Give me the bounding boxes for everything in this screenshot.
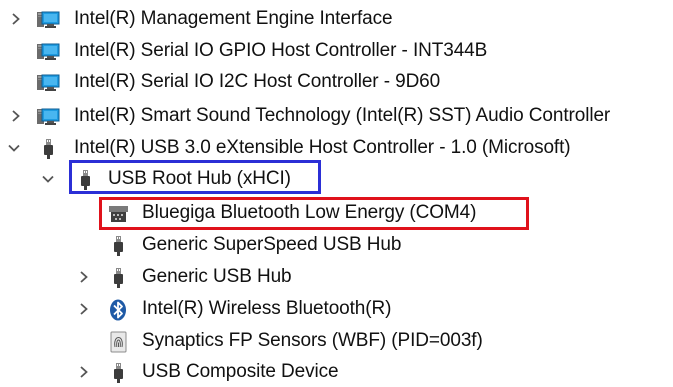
- device-tree-item-label: Intel(R) Management Engine Interface: [74, 8, 393, 29]
- usb-plug-icon: [106, 235, 130, 257]
- device-tree-item[interactable]: Intel(R) Serial IO I2C Host Controller -…: [0, 67, 673, 97]
- device-tree-item[interactable]: USB Composite Device: [0, 357, 673, 387]
- system-device-icon: [36, 9, 60, 31]
- highlight-box-blue: [69, 160, 321, 194]
- chevron-right-icon[interactable]: [76, 301, 92, 317]
- device-tree-item-label: Intel(R) Smart Sound Technology (Intel(R…: [74, 105, 611, 126]
- chevron-right-icon[interactable]: [8, 11, 24, 27]
- device-tree-item[interactable]: Generic USB Hub: [0, 262, 673, 292]
- device-tree-item[interactable]: Synaptics FP Sensors (WBF) (PID=003f): [0, 326, 673, 356]
- device-tree-item-label: Intel(R) Serial IO GPIO Host Controller …: [74, 40, 488, 61]
- system-device-icon: [36, 41, 60, 63]
- chevron-right-icon[interactable]: [76, 269, 92, 285]
- device-tree-item[interactable]: Intel(R) USB 3.0 eXtensible Host Control…: [0, 133, 673, 163]
- bluetooth-icon: [106, 299, 130, 321]
- usb-plug-icon: [106, 267, 130, 289]
- device-tree-item-label: USB Composite Device: [142, 361, 339, 382]
- usb-plug-icon: [36, 138, 60, 160]
- device-tree-item-label: Synaptics FP Sensors (WBF) (PID=003f): [142, 330, 483, 351]
- device-tree-item-label: Generic SuperSpeed USB Hub: [142, 234, 402, 255]
- chevron-down-icon[interactable]: [40, 171, 56, 187]
- chevron-down-icon[interactable]: [6, 140, 22, 156]
- device-tree-item[interactable]: Generic SuperSpeed USB Hub: [0, 230, 673, 260]
- device-tree-item[interactable]: Intel(R) Smart Sound Technology (Intel(R…: [0, 101, 673, 131]
- device-tree-item[interactable]: Intel(R) Management Engine Interface: [0, 4, 673, 34]
- system-device-icon: [36, 106, 60, 128]
- highlight-box-red: [99, 197, 529, 230]
- device-tree-item-label: Intel(R) Serial IO I2C Host Controller -…: [74, 71, 441, 92]
- device-tree-item[interactable]: Intel(R) Serial IO GPIO Host Controller …: [0, 36, 673, 66]
- device-tree-item-label: Intel(R) USB 3.0 eXtensible Host Control…: [74, 137, 571, 158]
- chevron-right-icon[interactable]: [8, 108, 24, 124]
- system-device-icon: [36, 72, 60, 94]
- device-tree-item-label: Generic USB Hub: [142, 266, 292, 287]
- usb-plug-icon: [106, 362, 130, 384]
- chevron-right-icon[interactable]: [76, 364, 92, 380]
- fingerprint-icon: [106, 331, 130, 353]
- device-tree-item[interactable]: Intel(R) Wireless Bluetooth(R): [0, 294, 673, 324]
- device-tree-item-label: Intel(R) Wireless Bluetooth(R): [142, 298, 392, 319]
